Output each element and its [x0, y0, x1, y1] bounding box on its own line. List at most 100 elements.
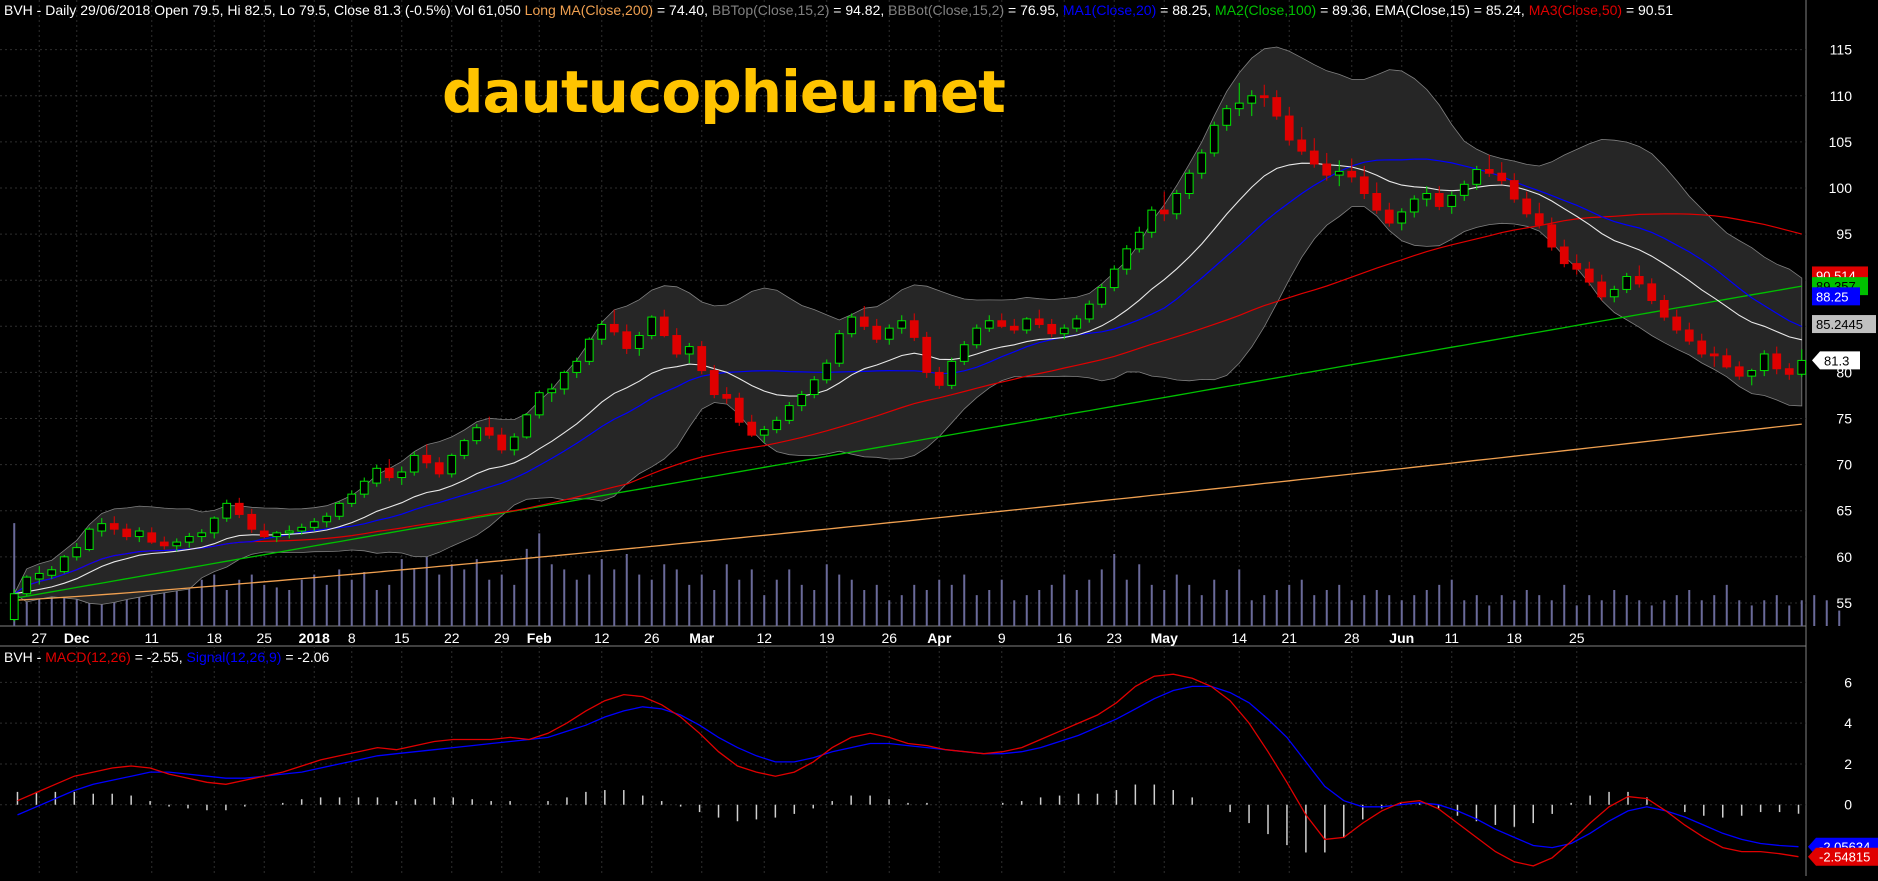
- candle-body: [1559, 246, 1569, 265]
- price-y-tick-label: 95: [1836, 226, 1852, 242]
- candle-body: [1547, 224, 1557, 248]
- candle-body: [1784, 368, 1794, 375]
- x-axis-tick-label: May: [1151, 630, 1178, 646]
- candle-body: [647, 316, 657, 337]
- x-axis-tick-label: 28: [1344, 630, 1360, 646]
- candle-body: [1759, 353, 1769, 372]
- header-bbbot-label: BBBot(Close,15,2): [888, 2, 1005, 18]
- candle-body: [59, 556, 69, 573]
- candle-body: [1722, 355, 1732, 368]
- candle-body: [1059, 327, 1069, 335]
- candle-body: [522, 414, 532, 438]
- candle-body: [1397, 211, 1407, 224]
- macd-chart-header: BVH - MACD(12,26) = -2.55, Signal(12,26,…: [4, 649, 329, 665]
- candle-body: [259, 530, 269, 538]
- candle-body: [797, 394, 807, 407]
- watermark-logo: dautucophieu.net: [442, 58, 1006, 126]
- candle-body: [1359, 176, 1369, 195]
- chart-area: 55606570758085909510010511011527Dec11182…: [0, 0, 1878, 876]
- ema-value-label: 85.2445: [1816, 317, 1863, 332]
- candle-body: [272, 532, 282, 538]
- candle-body: [1072, 318, 1082, 329]
- x-axis-tick-label: 26: [644, 630, 660, 646]
- stock-chart: 55606570758085909510010511011527Dec11182…: [0, 0, 1878, 876]
- candle-body: [1322, 163, 1332, 176]
- candle-body: [672, 335, 682, 355]
- x-axis-tick-label: 29: [494, 630, 510, 646]
- candle-body: [722, 394, 732, 399]
- candle-body: [47, 569, 57, 576]
- candle-body: [847, 316, 857, 335]
- macd-y-tick-label: 6: [1844, 674, 1852, 690]
- candle-body: [634, 335, 644, 349]
- x-axis-tick-label: 18: [206, 630, 222, 646]
- candle-body: [1122, 248, 1132, 270]
- candle-body: [1334, 170, 1344, 176]
- candle-body: [372, 467, 382, 484]
- candle-body: [834, 333, 844, 364]
- candle-body: [184, 536, 194, 543]
- candle-body: [397, 471, 407, 479]
- candle-body: [409, 454, 419, 473]
- x-axis-tick-label: 26: [881, 630, 897, 646]
- candle-body: [197, 532, 207, 538]
- x-axis-tick-label: 2018: [299, 630, 330, 646]
- candle-body: [1584, 268, 1594, 283]
- x-axis-tick-label: 25: [1569, 630, 1585, 646]
- candle-body: [1147, 209, 1157, 233]
- header-ma3-value: = 90.51: [1622, 2, 1674, 18]
- candle-body: [659, 316, 669, 337]
- candle-body: [322, 515, 332, 523]
- candle-body: [34, 572, 44, 580]
- candle-body: [1197, 152, 1207, 174]
- x-axis-tick-label: 8: [348, 630, 356, 646]
- candle-body: [1672, 316, 1682, 331]
- header-ma200-label: Long MA(Close,200): [524, 2, 654, 18]
- candle-body: [1709, 353, 1719, 357]
- price-y-tick-label: 110: [1830, 88, 1853, 104]
- candle-body: [1159, 209, 1169, 215]
- x-axis-tick-label: 27: [31, 630, 47, 646]
- candle-body: [459, 440, 469, 456]
- x-axis-tick-label: 22: [444, 630, 460, 646]
- candle-body: [1684, 329, 1694, 342]
- candle-body: [309, 521, 319, 528]
- candle-body: [1609, 288, 1619, 298]
- candle-body: [234, 502, 244, 515]
- header-bbbot-value: = 76.95,: [1004, 2, 1063, 18]
- candle-body: [697, 346, 707, 372]
- candle-body: [759, 429, 769, 436]
- candle-body: [1097, 287, 1107, 305]
- candle-body: [1234, 102, 1244, 110]
- candle-body: [959, 344, 969, 362]
- x-axis-tick-label: 25: [256, 630, 272, 646]
- candle-body: [1747, 370, 1757, 377]
- candle-body: [1172, 193, 1182, 215]
- candle-body: [297, 526, 307, 532]
- x-axis-tick-label: 12: [756, 630, 772, 646]
- macd-header-sep: -: [32, 649, 46, 665]
- candle-body: [1797, 359, 1807, 375]
- candle-body: [109, 523, 119, 530]
- candle-body: [1409, 198, 1419, 213]
- macd-value-label: -2.54815: [1819, 850, 1870, 865]
- x-axis-tick-label: 21: [1281, 630, 1297, 646]
- candle-body: [897, 320, 907, 329]
- x-axis-tick-label: Dec: [64, 630, 90, 646]
- candle-body: [284, 530, 294, 534]
- candle-body: [1534, 213, 1544, 226]
- candle-body: [934, 371, 944, 386]
- candle-body: [709, 370, 719, 396]
- macd-y-tick-label: 2: [1844, 756, 1852, 772]
- macd-header-symbol: BVH: [4, 649, 33, 665]
- price-y-tick-label: 55: [1836, 595, 1852, 611]
- candle-body: [784, 405, 794, 421]
- candle-body: [597, 323, 607, 340]
- x-axis-tick-label: 11: [1444, 630, 1459, 646]
- macd-y-tick-label: 4: [1844, 715, 1852, 731]
- candle-body: [772, 419, 782, 431]
- x-axis-tick-label: 19: [819, 630, 835, 646]
- macd-header-macd-value: = -2.55,: [130, 649, 187, 665]
- candle-body: [809, 379, 819, 396]
- candle-body: [172, 541, 182, 547]
